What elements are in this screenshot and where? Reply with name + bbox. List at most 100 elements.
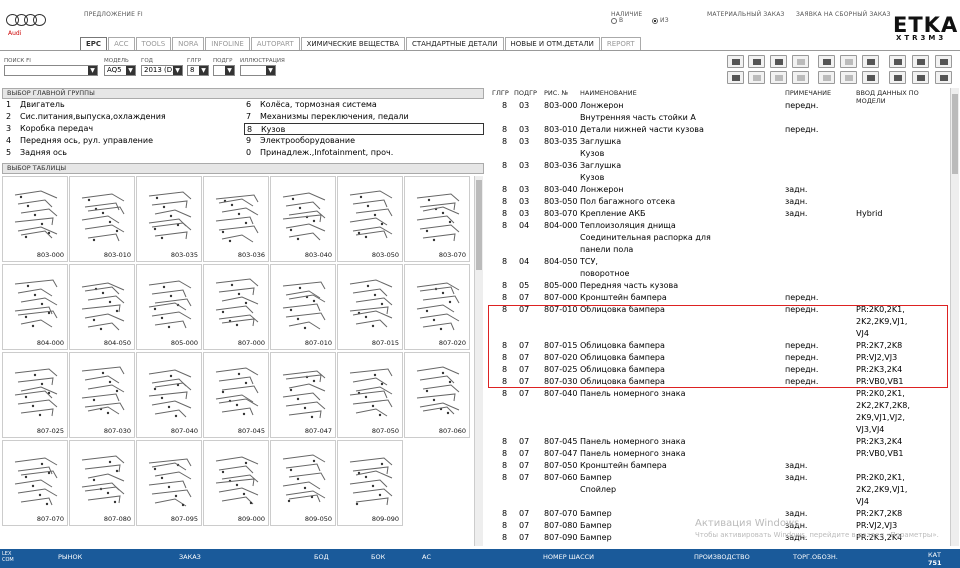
table-thumbnail[interactable]: 803-040 (270, 176, 336, 262)
table-thumbnail[interactable]: 803-035 (136, 176, 202, 262)
tab-infoline[interactable]: INFOLINE (205, 37, 250, 50)
tab-report[interactable]: REPORT (600, 37, 641, 50)
group-item-selected[interactable]: 8 Кузов (244, 123, 484, 135)
close-button[interactable] (935, 55, 952, 68)
table-row[interactable]: 8 03 803-036 Заглушка (488, 160, 948, 172)
subgroup-select[interactable]: ▼ (213, 65, 235, 76)
parts-scrollbar[interactable] (950, 88, 959, 546)
table-thumbnail[interactable]: 809-050 (270, 440, 336, 526)
open-button[interactable] (840, 71, 857, 84)
thumbnail-scrollbar[interactable] (474, 176, 483, 546)
vehicle-button[interactable] (770, 55, 787, 68)
table-thumbnail[interactable]: 807-047 (270, 352, 336, 438)
table-row[interactable]: 8 03 803-050 Пол багажного отсека задн. (488, 196, 948, 208)
search-input[interactable]: ▼ (4, 65, 98, 76)
collective-order-label[interactable]: ЗАЯВКА НА СБОРНЫЙ ЗАКАЗ (796, 11, 891, 18)
radio-in[interactable]: В (611, 17, 623, 24)
scrollbar-thumb[interactable] (952, 94, 958, 174)
table-thumbnail[interactable]: 803-010 (69, 176, 135, 262)
table-row[interactable]: VJ4 (488, 496, 948, 508)
table-row[interactable]: 8 05 805-000 Передняя часть кузова (488, 280, 948, 292)
tab-new-parts[interactable]: НОВЫЕ И ОТМ.ДЕТАЛИ (504, 37, 600, 50)
save-button[interactable] (818, 71, 835, 84)
table-row[interactable]: Кузов (488, 148, 948, 160)
year-select[interactable]: 2013 (D) ▼ (141, 65, 183, 76)
col-name[interactable]: НАИМЕНОВАНИЕ (580, 89, 637, 97)
table-row[interactable]: 8 03 803-035 Заглушка (488, 136, 948, 148)
filter-button[interactable] (862, 55, 879, 68)
pin-button[interactable] (889, 55, 906, 68)
table-thumbnail[interactable]: 805-000 (136, 264, 202, 350)
radio-from[interactable]: ИЗ (652, 17, 669, 24)
group-item[interactable]: 4 Передняя ось, рул. управление (6, 135, 153, 147)
table-row[interactable]: 8 07 807-045 Панель номерного знака PR:2K3,2… (488, 436, 948, 448)
table-thumbnail[interactable]: 807-080 (69, 440, 135, 526)
table-thumbnail[interactable]: 807-060 (404, 352, 470, 438)
group-item[interactable]: 0 Принадлеж.,Infotainment, проч. (246, 147, 393, 159)
table-row[interactable]: 8 07 807-047 Панель номерного знака PR:VB0,V… (488, 448, 948, 460)
copy-button[interactable] (818, 55, 835, 68)
table-row[interactable]: 2K2,2K7,2K8, (488, 400, 948, 412)
chevron-down-icon[interactable]: ▼ (199, 66, 208, 75)
forward-button[interactable] (792, 71, 809, 84)
table-row[interactable]: 8 07 807-060 Бампер задн. PR:2K0,2K1, (488, 472, 948, 484)
table-row[interactable]: VJ3,VJ4 (488, 424, 948, 436)
tab-epc[interactable]: EPC (80, 37, 108, 50)
list-button[interactable] (727, 71, 744, 84)
cart-button[interactable] (748, 55, 765, 68)
table-row[interactable]: 8 04 804-000 Теплоизоляция днища (488, 220, 948, 232)
group-item[interactable]: 7 Механизмы переключения, педали (246, 111, 409, 123)
tab-acc[interactable]: ACC (108, 37, 135, 50)
chevron-down-icon[interactable]: ▼ (225, 66, 234, 75)
table-row[interactable]: 8 07 807-050 Кронштейн бампера задн. (488, 460, 948, 472)
back-button[interactable] (770, 71, 787, 84)
table-thumbnail[interactable]: 807-095 (136, 440, 202, 526)
table-row[interactable]: панели пола (488, 244, 948, 256)
col-group[interactable]: ГЛГР (492, 89, 509, 97)
group-item[interactable]: 2 Сис.питания,выпуска,охлаждения (6, 111, 166, 123)
tab-standard-parts[interactable]: СТАНДАРТНЫЕ ДЕТАЛИ (405, 37, 504, 50)
table-thumbnail[interactable]: 807-045 (203, 352, 269, 438)
table-thumbnail[interactable]: 803-000 (2, 176, 68, 262)
first-page-button[interactable] (889, 71, 906, 84)
paste-button[interactable] (840, 55, 857, 68)
mark-button[interactable] (862, 71, 879, 84)
table-row[interactable]: Внутренняя часть стойки А (488, 112, 948, 124)
table-thumbnail[interactable]: 803-036 (203, 176, 269, 262)
table-row[interactable]: 8 03 803-040 Лонжерон задн. (488, 184, 948, 196)
table-thumbnail[interactable]: 807-025 (2, 352, 68, 438)
table-row[interactable]: 8 04 804-050 ТСУ, (488, 256, 948, 268)
info-button[interactable] (792, 55, 809, 68)
table-row[interactable]: 8 03 803-070 Крепление АКБ задн. Hybrid (488, 208, 948, 220)
chevron-down-icon[interactable]: ▼ (266, 66, 275, 75)
tab-autopart[interactable]: AUTOPART (250, 37, 300, 50)
table-thumbnail[interactable]: 809-000 (203, 440, 269, 526)
model-select[interactable]: AQ5 ▼ (104, 65, 136, 76)
table-thumbnail[interactable]: 807-070 (2, 440, 68, 526)
edit-button[interactable] (912, 55, 929, 68)
table-thumbnail[interactable]: 807-000 (203, 264, 269, 350)
group-select[interactable]: 8 ▼ (187, 65, 209, 76)
group-item[interactable]: 5 Задняя ось (6, 147, 67, 159)
group-item[interactable]: 6 Колёса, тормозная система (246, 99, 377, 111)
tab-tools[interactable]: TOOLS (135, 37, 172, 50)
key-button[interactable] (748, 71, 765, 84)
col-figure[interactable]: РИС. № (544, 89, 568, 97)
tab-nora[interactable]: NORA (172, 37, 205, 50)
table-thumbnail[interactable]: 803-070 (404, 176, 470, 262)
print-button[interactable] (727, 55, 744, 68)
prev-page-button[interactable] (912, 71, 929, 84)
table-thumbnail[interactable]: 807-030 (69, 352, 135, 438)
order-label[interactable]: МАТЕРИАЛЬНЫЙ ЗАКАЗ (707, 11, 785, 18)
table-thumbnail[interactable]: 804-050 (69, 264, 135, 350)
table-row[interactable]: Кузов (488, 172, 948, 184)
illustration-select[interactable]: ▼ (240, 65, 276, 76)
scrollbar-thumb[interactable] (476, 180, 482, 270)
table-row[interactable]: 8 07 807-040 Панель номерного знака PR:2K0,2… (488, 388, 948, 400)
col-note[interactable]: ПРИМЕЧАНИЕ (785, 89, 831, 97)
table-row[interactable]: Соединительная распорка для (488, 232, 948, 244)
group-item[interactable]: 9 Электрооборудование (246, 135, 355, 147)
last-page-button[interactable] (935, 71, 952, 84)
table-row[interactable]: 8 03 803-000 Лонжерон передн. (488, 100, 948, 112)
table-thumbnail[interactable]: 807-015 (337, 264, 403, 350)
